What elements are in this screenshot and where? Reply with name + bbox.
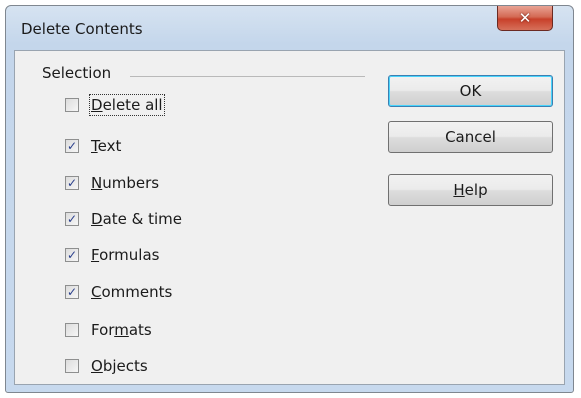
delete-all-checkbox[interactable]: Delete all — [65, 93, 165, 117]
checkbox-label: Numbers — [91, 174, 160, 192]
dialog-title: Delete Contents — [21, 20, 143, 38]
text-checkbox[interactable]: ✓ Text — [65, 134, 121, 158]
checkbox-label: Text — [91, 137, 122, 155]
check-icon: ✓ — [66, 176, 78, 190]
checkbox-label: Formats — [91, 321, 152, 339]
close-icon: ✕ — [518, 8, 532, 27]
cancel-button-label: Cancel — [445, 128, 496, 146]
formulas-checkbox[interactable]: ✓ Formulas — [65, 243, 159, 267]
ok-button-label: OK — [459, 82, 482, 100]
checkbox-box[interactable]: ✓ — [65, 285, 79, 299]
checkbox-label: Comments — [91, 283, 173, 301]
dialog-body: Selection Delete all ✓ Text ✓ Numbers ✓ … — [14, 50, 565, 385]
check-icon: ✓ — [66, 285, 78, 299]
checkbox-box[interactable]: ✓ — [65, 248, 79, 262]
comments-checkbox[interactable]: ✓ Comments — [65, 280, 172, 304]
formats-checkbox[interactable]: Formats — [65, 318, 152, 342]
cancel-button[interactable]: Cancel — [388, 121, 553, 153]
checkbox-label: Delete all — [89, 94, 165, 116]
checkbox-label: Objects — [91, 357, 148, 375]
checkbox-box[interactable]: ✓ — [65, 176, 79, 190]
selection-group-divider — [130, 76, 365, 77]
check-icon: ✓ — [66, 248, 78, 262]
check-icon: ✓ — [66, 212, 78, 226]
help-button[interactable]: Help — [388, 174, 553, 206]
numbers-checkbox[interactable]: ✓ Numbers — [65, 171, 159, 195]
checkbox-box[interactable] — [65, 323, 79, 337]
objects-checkbox[interactable]: Objects — [65, 354, 148, 378]
ok-button[interactable]: OK — [388, 75, 553, 107]
delete-contents-dialog: Delete Contents ✕ Selection Delete all ✓… — [5, 5, 574, 393]
selection-group-label: Selection — [42, 64, 116, 82]
checkbox-box[interactable] — [65, 359, 79, 373]
checkbox-box[interactable]: ✓ — [65, 212, 79, 226]
checkbox-box[interactable] — [65, 98, 79, 112]
check-icon: ✓ — [66, 139, 78, 153]
title-bar[interactable]: Delete Contents ✕ — [6, 6, 573, 50]
close-button[interactable]: ✕ — [497, 6, 553, 31]
checkbox-box[interactable]: ✓ — [65, 139, 79, 153]
checkbox-label: Date & time — [91, 210, 182, 228]
help-button-label: Help — [453, 181, 488, 199]
checkbox-label: Formulas — [91, 246, 160, 264]
date-time-checkbox[interactable]: ✓ Date & time — [65, 207, 182, 231]
